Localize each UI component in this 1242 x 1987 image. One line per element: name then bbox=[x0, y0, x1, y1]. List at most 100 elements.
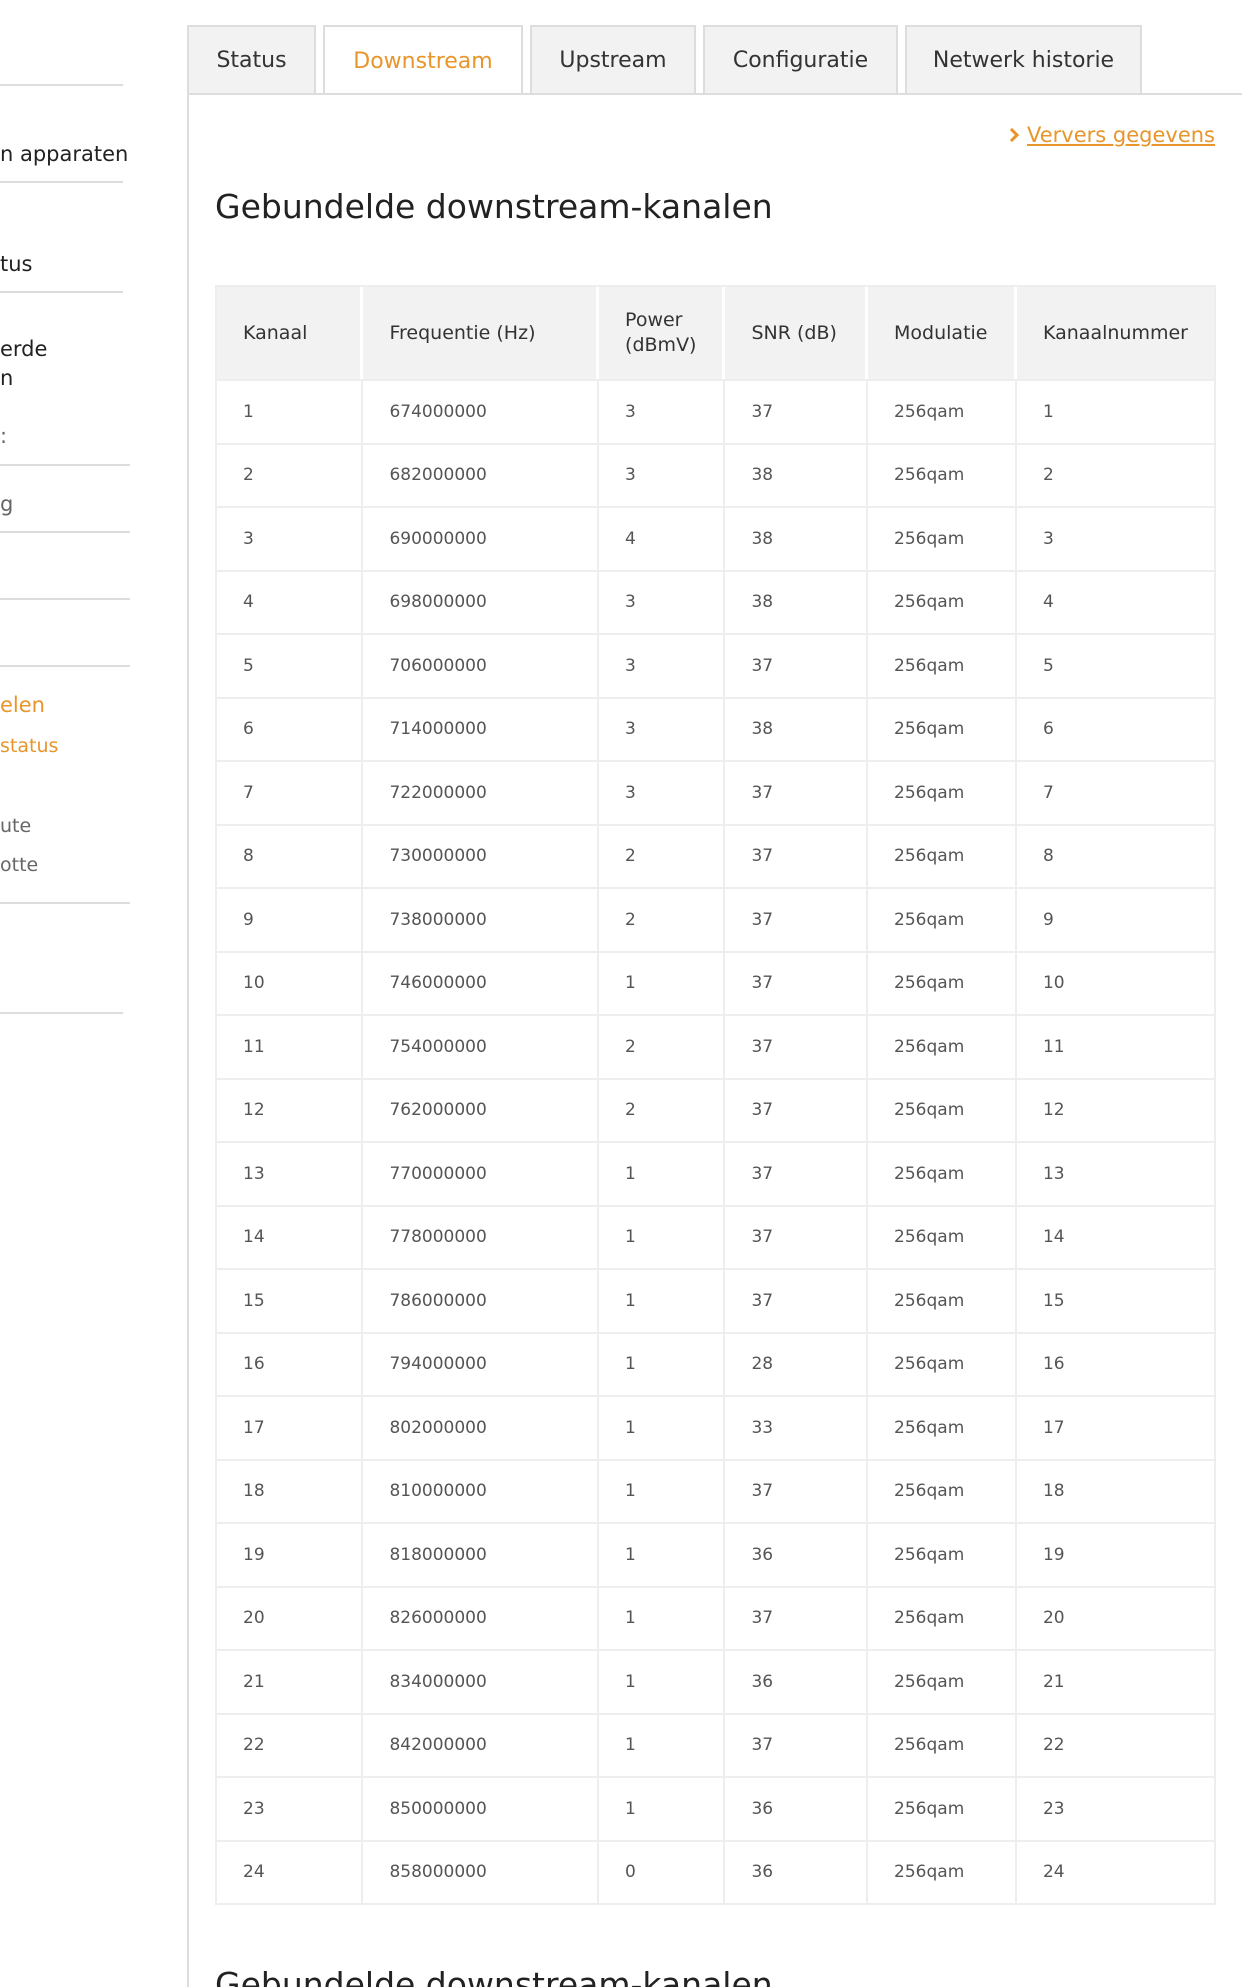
cell-power: 1 bbox=[599, 1649, 726, 1713]
table-row: 22 842000000 1 37 256qam 22 bbox=[217, 1712, 1214, 1777]
cell-frequentie: 730000000 bbox=[363, 823, 600, 887]
cell-kanaalnummer: 1 bbox=[1016, 379, 1214, 443]
cell-snr: 33 bbox=[725, 1395, 869, 1459]
cell-kanaal: 9 bbox=[217, 887, 364, 951]
cell-modulatie: 256qam bbox=[868, 950, 1017, 1014]
sidebar-item-advanced-line1[interactable]: erde bbox=[0, 337, 47, 361]
cell-kanaalnummer: 2 bbox=[1016, 442, 1214, 507]
table-row: 21 834000000 1 36 256qam 21 bbox=[217, 1649, 1214, 1713]
cell-snr: 37 bbox=[725, 1014, 869, 1078]
sidebar-item-channels[interactable]: elen bbox=[0, 693, 45, 717]
table-row: 8 730000000 2 37 256qam 8 bbox=[217, 823, 1214, 888]
sidebar-item-cropped[interactable]: : bbox=[0, 424, 7, 448]
sidebar-item-setting[interactable]: g bbox=[0, 492, 13, 516]
sidebar-subitem-potte[interactable]: otte bbox=[0, 854, 38, 876]
cell-kanaalnummer: 19 bbox=[1016, 1522, 1214, 1586]
section-title: Gebundelde downstream-kanalen bbox=[215, 187, 773, 226]
cell-power: 3 bbox=[599, 760, 726, 824]
cell-kanaalnummer: 3 bbox=[1016, 506, 1214, 570]
cell-modulatie: 256qam bbox=[868, 1458, 1017, 1522]
tab-netwerk-historie[interactable]: Netwerk historie bbox=[905, 25, 1142, 94]
cell-kanaal: 16 bbox=[217, 1331, 364, 1395]
cell-power: 0 bbox=[599, 1839, 726, 1903]
cell-frequentie: 682000000 bbox=[363, 442, 600, 506]
cell-frequentie: 826000000 bbox=[363, 1585, 600, 1649]
cell-snr: 37 bbox=[725, 760, 869, 824]
sidebar: n apparaten tus erde n : g elen status u… bbox=[0, 0, 135, 1987]
cell-kanaal: 22 bbox=[217, 1712, 364, 1776]
cell-power: 3 bbox=[599, 569, 726, 633]
cell-modulatie: 256qam bbox=[868, 1141, 1017, 1205]
cell-kanaal: 15 bbox=[217, 1268, 364, 1332]
cell-kanaal: 5 bbox=[217, 633, 364, 697]
sidebar-item-devices[interactable]: n apparaten bbox=[0, 142, 128, 166]
cell-kanaal: 17 bbox=[217, 1395, 364, 1459]
cell-frequentie: 738000000 bbox=[363, 887, 600, 951]
cell-power: 2 bbox=[599, 823, 726, 887]
cell-kanaalnummer: 10 bbox=[1016, 950, 1214, 1015]
cell-snr: 37 bbox=[725, 823, 869, 887]
column-header-modulatie: Modulatie bbox=[868, 287, 1017, 379]
tab-upstream[interactable]: Upstream bbox=[530, 25, 696, 94]
tab-downstream[interactable]: Downstream bbox=[323, 25, 523, 95]
cell-power: 4 bbox=[599, 506, 726, 570]
cell-modulatie: 256qam bbox=[868, 1776, 1017, 1840]
table-row: 19 818000000 1 36 256qam 19 bbox=[217, 1522, 1214, 1586]
cell-frequentie: 754000000 bbox=[363, 1014, 600, 1078]
sidebar-divider bbox=[0, 1012, 123, 1014]
column-header-snr: SNR (dB) bbox=[725, 287, 869, 379]
cell-kanaal: 6 bbox=[217, 696, 364, 760]
column-header-kanaal: Kanaal bbox=[217, 287, 364, 379]
refresh-link[interactable]: Ververs gegevens bbox=[1004, 123, 1215, 147]
sidebar-divider bbox=[0, 464, 130, 466]
cell-frequentie: 842000000 bbox=[363, 1712, 600, 1776]
cell-power: 1 bbox=[599, 950, 726, 1014]
table-row: 10 746000000 1 37 256qam 10 bbox=[217, 950, 1214, 1015]
table-row: 5 706000000 3 37 256qam 5 bbox=[217, 633, 1214, 697]
cell-modulatie: 256qam bbox=[868, 1268, 1017, 1332]
sidebar-item-advanced-line2[interactable]: n bbox=[0, 366, 13, 390]
sidebar-subitem-route[interactable]: ute bbox=[0, 815, 31, 837]
tab-configuratie[interactable]: Configuratie bbox=[703, 25, 898, 94]
cell-frequentie: 746000000 bbox=[363, 950, 600, 1014]
cell-modulatie: 256qam bbox=[868, 760, 1017, 824]
cell-snr: 36 bbox=[725, 1839, 869, 1903]
table-row: 16 794000000 1 28 256qam 16 bbox=[217, 1331, 1214, 1396]
cell-kanaalnummer: 23 bbox=[1016, 1776, 1214, 1840]
cell-modulatie: 256qam bbox=[868, 1331, 1017, 1395]
cell-snr: 37 bbox=[725, 887, 869, 951]
table-body: 1 674000000 3 37 256qam 1 2 682000000 3 38 256qam 2… bbox=[217, 379, 1214, 1903]
cell-kanaalnummer: 7 bbox=[1016, 760, 1214, 824]
cell-kanaalnummer: 6 bbox=[1016, 696, 1214, 761]
cell-kanaalnummer: 9 bbox=[1016, 887, 1214, 951]
cell-snr: 38 bbox=[725, 506, 869, 570]
cell-snr: 37 bbox=[725, 1268, 869, 1332]
cell-kanaalnummer: 18 bbox=[1016, 1458, 1214, 1523]
cell-kanaalnummer: 21 bbox=[1016, 1649, 1214, 1713]
cell-power: 1 bbox=[599, 1585, 726, 1649]
cell-kanaal: 2 bbox=[217, 442, 364, 506]
cell-modulatie: 256qam bbox=[868, 887, 1017, 951]
sidebar-subitem-status[interactable]: status bbox=[0, 735, 58, 757]
cell-kanaalnummer: 4 bbox=[1016, 569, 1214, 634]
cell-kanaal: 12 bbox=[217, 1077, 364, 1141]
cell-kanaal: 18 bbox=[217, 1458, 364, 1522]
sidebar-item-status[interactable]: tus bbox=[0, 252, 32, 276]
cell-kanaalnummer: 22 bbox=[1016, 1712, 1214, 1777]
cell-kanaalnummer: 8 bbox=[1016, 823, 1214, 888]
tab-status[interactable]: Status bbox=[187, 25, 316, 94]
cell-frequentie: 770000000 bbox=[363, 1141, 600, 1205]
cell-modulatie: 256qam bbox=[868, 1585, 1017, 1649]
table-row: 12 762000000 2 37 256qam 12 bbox=[217, 1077, 1214, 1141]
cell-frequentie: 786000000 bbox=[363, 1268, 600, 1332]
table-row: 6 714000000 3 38 256qam 6 bbox=[217, 696, 1214, 761]
sidebar-divider bbox=[0, 598, 130, 600]
sidebar-divider bbox=[0, 665, 130, 667]
table-row: 11 754000000 2 37 256qam 11 bbox=[217, 1014, 1214, 1078]
cell-power: 3 bbox=[599, 696, 726, 760]
cell-kanaalnummer: 16 bbox=[1016, 1331, 1214, 1396]
cell-kanaal: 20 bbox=[217, 1585, 364, 1649]
table-row: 18 810000000 1 37 256qam 18 bbox=[217, 1458, 1214, 1523]
cell-modulatie: 256qam bbox=[868, 569, 1017, 633]
table-row: 15 786000000 1 37 256qam 15 bbox=[217, 1268, 1214, 1332]
